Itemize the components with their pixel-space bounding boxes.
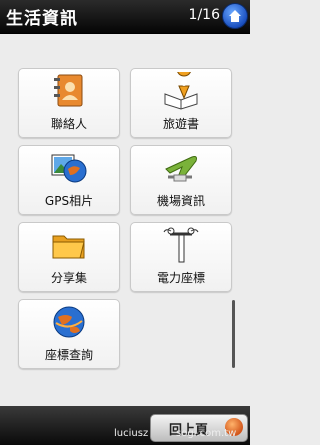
tile-travel-book[interactable]: 旅遊書 (130, 68, 232, 138)
gps-photo-icon (51, 154, 87, 183)
app-grid: 聯絡人 旅遊書 GPS相片 機場資訊 分享集 電力座標 座標查詢 (0, 33, 250, 405)
tile-coordinate-search[interactable]: 座標查詢 (18, 299, 120, 369)
address-book-icon (54, 74, 83, 107)
tile-label: 分享集 (50, 271, 87, 285)
scrollbar[interactable] (232, 300, 235, 368)
home-icon (229, 10, 241, 22)
tile-label: GPS相片 (44, 194, 94, 208)
folder-icon (52, 235, 85, 259)
watermark-user: luciusz (114, 428, 149, 439)
tile-label: 電力座標 (156, 271, 205, 285)
map-book-icon (164, 72, 198, 110)
tile-gps-photos[interactable]: GPS相片 (18, 145, 120, 215)
bottom-bar: luciusz 回上頁 sogi.com.tw (0, 406, 250, 445)
power-pole-icon (163, 227, 199, 263)
tile-power-coordinates[interactable]: 電力座標 (130, 222, 232, 292)
page-title: 生活資訊 (6, 9, 78, 29)
tile-contacts[interactable]: 聯絡人 (18, 68, 120, 138)
globe-search-icon (53, 306, 85, 338)
tile-share-collection[interactable]: 分享集 (18, 222, 120, 292)
tile-label: 機場資訊 (156, 194, 205, 208)
home-button[interactable] (222, 3, 248, 29)
tile-airport-info[interactable]: 機場資訊 (130, 145, 232, 215)
watermark-site: sogi.com.tw (176, 428, 237, 439)
tile-label: 旅遊書 (162, 117, 199, 131)
tile-label: 座標查詢 (44, 348, 93, 362)
page-counter: 1/16 (188, 7, 220, 23)
tile-label: 聯絡人 (50, 117, 87, 131)
title-bar: 生活資訊 1/16 (0, 0, 250, 34)
airplane-icon (165, 156, 197, 182)
